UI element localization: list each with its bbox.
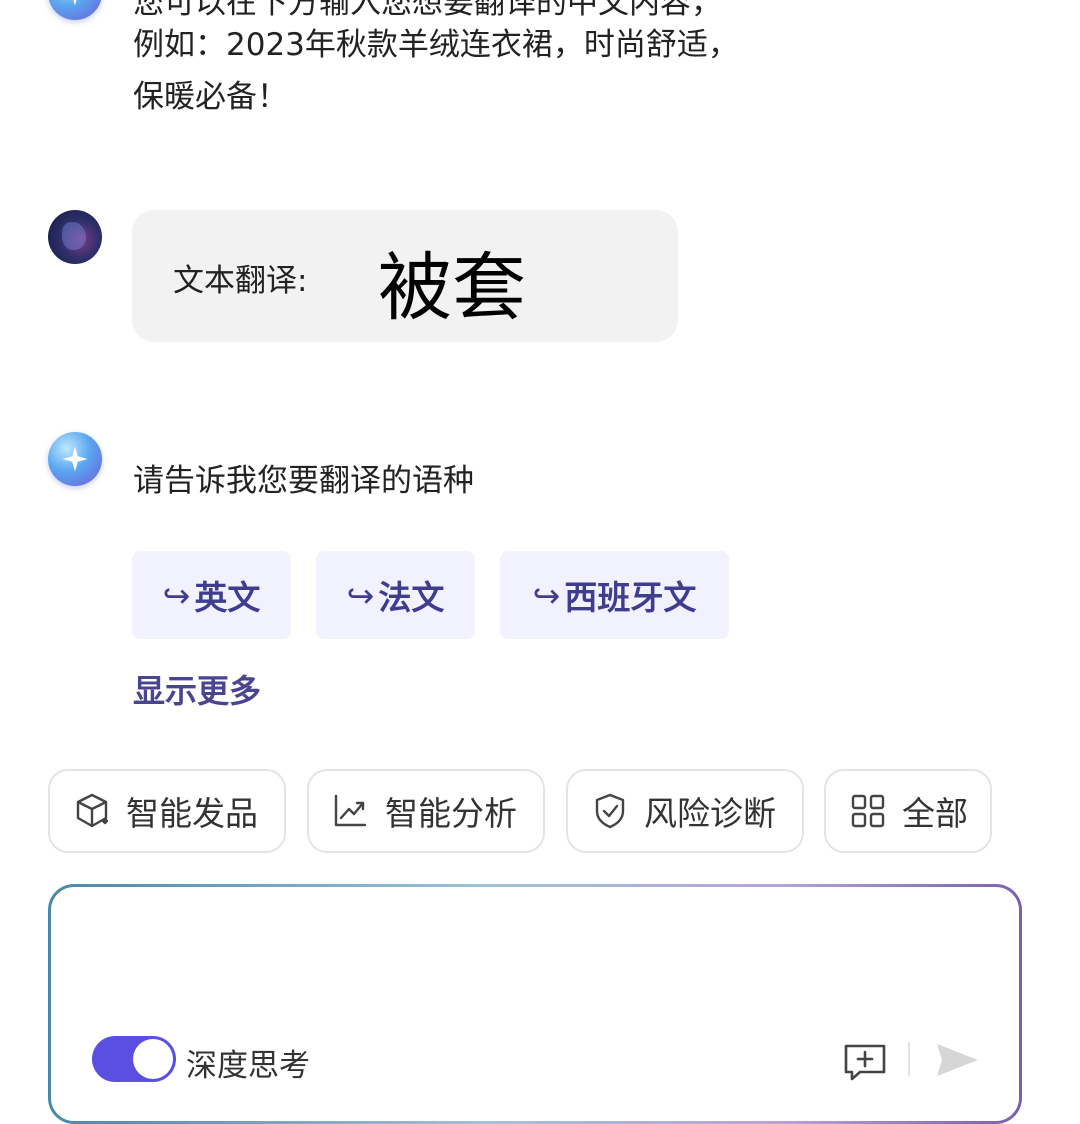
action-label: 智能分析: [385, 794, 517, 833]
all-features-button[interactable]: 全部: [824, 769, 992, 853]
bot-message-text: 请告诉我您要翻译的语种: [133, 463, 474, 499]
assistant-avatar: [48, 0, 102, 20]
toggle-knob: [133, 1039, 173, 1079]
language-option-label: 法文: [378, 578, 445, 617]
reply-arrow-icon: ↪: [532, 575, 561, 615]
assistant-avatar: [48, 432, 102, 486]
shield-check-icon: [595, 793, 625, 829]
action-label: 全部: [902, 794, 968, 833]
show-more-link[interactable]: 显示更多: [133, 666, 261, 712]
add-comment-icon[interactable]: [842, 1042, 888, 1082]
language-option-label: 英文: [194, 578, 261, 617]
send-icon[interactable]: [934, 1040, 980, 1080]
smart-analysis-button[interactable]: 智能分析: [307, 769, 545, 853]
action-label: 风险诊断: [644, 794, 776, 833]
message-input-box[interactable]: [48, 884, 1022, 1124]
bot-message-line: 例如：2023年秋款羊绒连衣裙，时尚舒适，: [133, 27, 739, 63]
user-message-value: 被套: [378, 245, 526, 331]
smart-listing-button[interactable]: 智能发品: [48, 769, 286, 853]
user-message-label: 文本翻译:: [173, 263, 308, 299]
reply-arrow-icon: ↪: [346, 575, 375, 615]
language-option-spanish[interactable]: ↪ 西班牙文: [500, 551, 729, 639]
sparkle-icon: [73, 0, 77, 6]
language-option-french[interactable]: ↪ 法文: [316, 551, 475, 639]
reply-arrow-icon: ↪: [162, 575, 191, 615]
language-option-label: 西班牙文: [564, 578, 697, 617]
sparkle-icon: [62, 446, 88, 472]
bot-message-line: 保暖必备！: [133, 79, 288, 115]
grid-icon: [851, 794, 885, 828]
user-avatar: [48, 210, 102, 264]
composer-divider: [908, 1042, 910, 1076]
message-input[interactable]: [51, 887, 1019, 1121]
language-option-english[interactable]: ↪ 英文: [132, 551, 291, 639]
deep-think-label: 深度思考: [186, 1048, 310, 1084]
risk-diagnosis-button[interactable]: 风险诊断: [566, 769, 804, 853]
trend-chart-icon: [334, 794, 367, 827]
deep-think-toggle[interactable]: [92, 1036, 176, 1082]
cube-icon: [76, 793, 109, 828]
action-label: 智能发品: [126, 794, 258, 833]
